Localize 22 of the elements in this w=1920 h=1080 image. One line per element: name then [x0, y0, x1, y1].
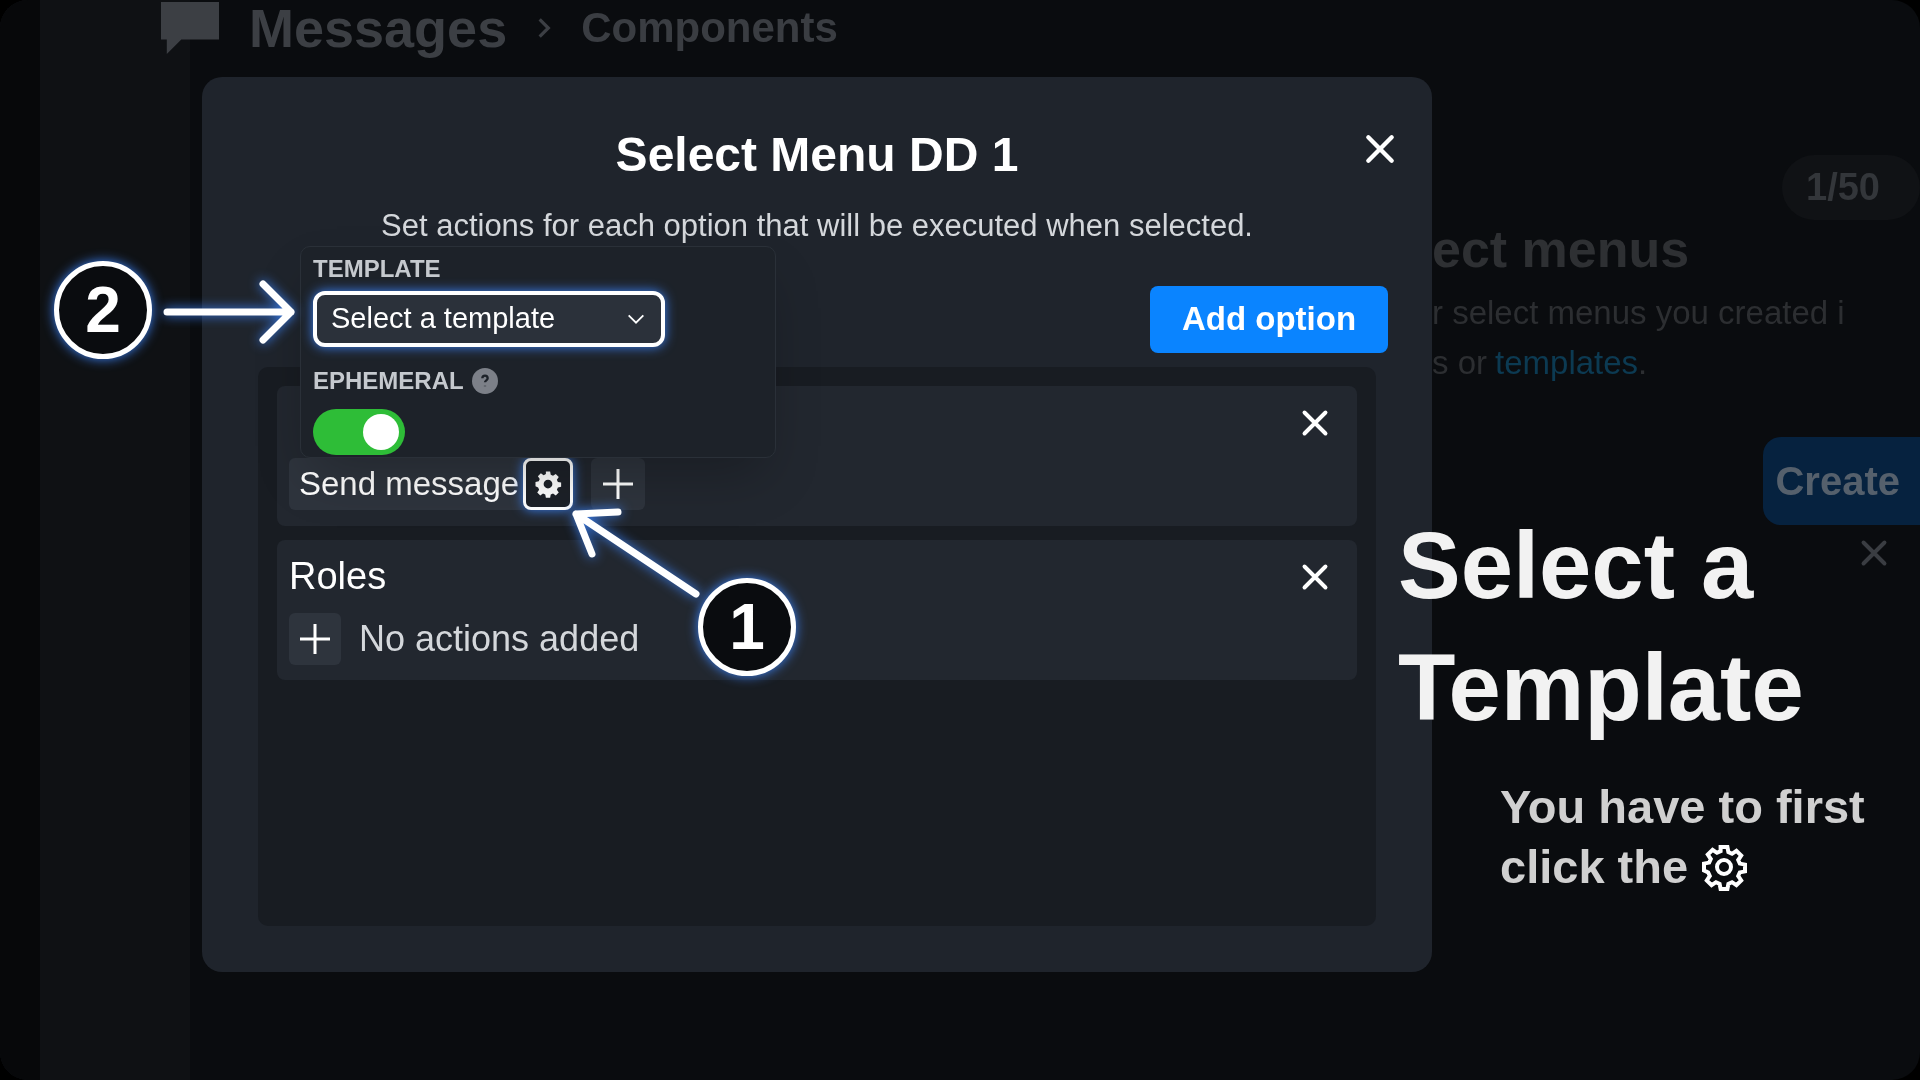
arrow-icon: [163, 280, 298, 344]
add-action-button[interactable]: [289, 612, 341, 665]
plus-icon: [603, 468, 634, 499]
action-label: Send message: [299, 463, 520, 504]
plus-icon: [300, 623, 330, 654]
empty-actions-text: No actions added: [359, 616, 640, 661]
settings-button[interactable]: [523, 457, 574, 510]
tip-text: click the: [1500, 839, 1689, 895]
ephemeral-toggle[interactable]: [313, 409, 405, 455]
tip-text: You have to first: [1500, 779, 1866, 835]
help-icon: [471, 368, 498, 394]
option-name: Roles: [289, 554, 387, 599]
period-text: .: [1638, 342, 1648, 383]
add-option-button[interactable]: Add option: [1150, 285, 1388, 353]
template-select[interactable]: Select a template: [313, 291, 665, 347]
ephemeral-label: EPHEMERAL: [313, 366, 464, 396]
template-label: TEMPLATE: [313, 254, 442, 284]
modal-title: Select Menu DD 1: [615, 127, 1019, 183]
modal-subtitle: Set actions for each option that will be executed when selected.: [380, 207, 1254, 245]
add-action-button[interactable]: [591, 457, 646, 510]
gear-icon: [1700, 843, 1749, 891]
create-button[interactable]: Create: [1763, 437, 1920, 525]
